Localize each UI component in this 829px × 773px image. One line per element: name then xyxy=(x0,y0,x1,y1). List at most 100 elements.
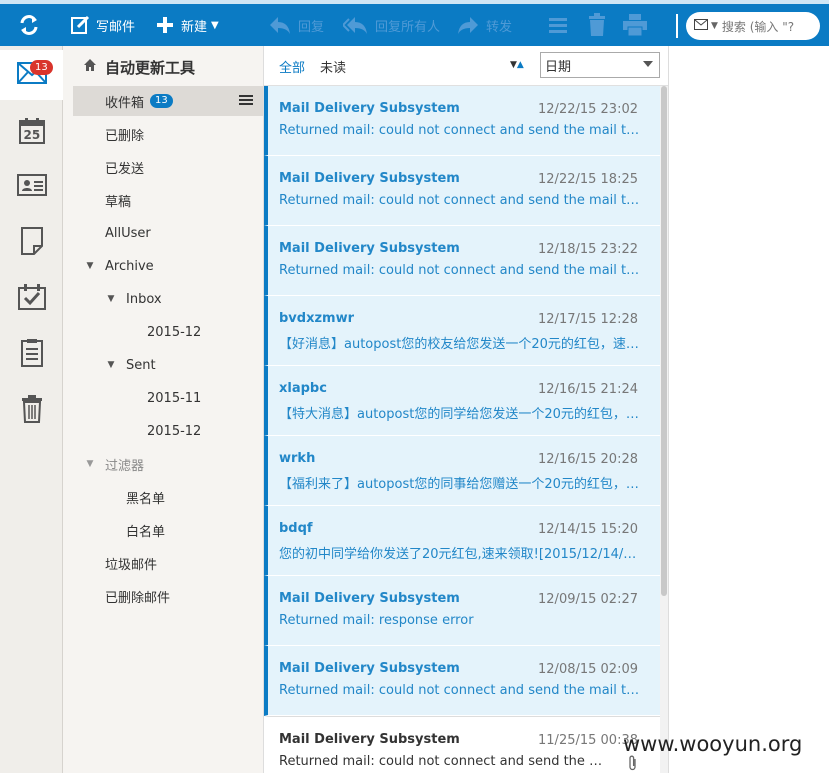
message-subject: 【福利来了】autopost您的同事给您赠送一个20元的红包，速来领取 xyxy=(279,477,643,492)
clipboard-icon xyxy=(20,338,44,372)
sort-asc-icon: ▲ xyxy=(516,60,524,70)
folder-pane: 自动更新工具 收件箱 13 已删除 已发送 草稿 AllUser ▼ Archi… xyxy=(63,46,264,773)
folder-inbox[interactable]: 收件箱 13 xyxy=(73,86,263,116)
message-subject: 【特大消息】autopost您的同学给您发送一个20元的红包，速来领取 xyxy=(279,407,643,422)
envelope-icon xyxy=(694,19,708,33)
message-sender: Mail Delivery Subsystem xyxy=(279,732,460,747)
message-date: 12/16/15 21:24 xyxy=(538,382,638,397)
app-contacts[interactable] xyxy=(0,162,63,212)
app-tasks[interactable] xyxy=(0,274,63,324)
folder-archive-inbox[interactable]: ▼ Inbox xyxy=(73,284,263,314)
pane-divider xyxy=(668,46,669,773)
delete-button[interactable] xyxy=(586,4,608,46)
message-list-scrollbar[interactable] xyxy=(660,86,668,773)
folder-deleted[interactable]: 已删除 xyxy=(73,119,263,149)
app-notes[interactable] xyxy=(0,218,63,268)
app-clipboard[interactable] xyxy=(0,330,63,380)
app-calendar[interactable]: 25 xyxy=(0,106,63,156)
reply-all-button[interactable]: 回复所有人 xyxy=(343,4,440,46)
app-mail[interactable]: 13 xyxy=(0,50,64,100)
message-sender: Mail Delivery Subsystem xyxy=(279,591,460,606)
message-row[interactable]: xlapbc 12/16/15 21:24 【特大消息】autopost您的同学… xyxy=(264,366,660,436)
folder-archive-inbox-2015-12[interactable]: 2015-12 xyxy=(73,317,263,347)
expand-triangle-icon[interactable]: ▼ xyxy=(83,261,97,271)
expand-triangle-icon[interactable]: ▼ xyxy=(104,294,118,304)
sort-by-select[interactable]: 日期 xyxy=(540,52,660,78)
folder-menu-icon[interactable] xyxy=(239,94,253,110)
search-box[interactable]: ▼ 搜索 (输入 "? xyxy=(686,12,820,40)
account-header[interactable]: 自动更新工具 xyxy=(83,56,195,78)
message-subject: Returned mail: could not connect and sen… xyxy=(279,754,614,769)
more-actions-button[interactable] xyxy=(547,4,569,46)
message-row[interactable]: Mail Delivery Subsystem 12/18/15 23:22 R… xyxy=(264,226,660,296)
folder-archive-sent-2015-11[interactable]: 2015-11 xyxy=(73,383,263,413)
reply-button[interactable]: 回复 xyxy=(268,4,324,46)
message-subject: Returned mail: could not connect and sen… xyxy=(279,123,643,138)
print-icon xyxy=(622,13,648,37)
new-button[interactable]: 新建 ▼ xyxy=(155,4,219,46)
filter-unread-tab[interactable]: 未读 xyxy=(320,57,346,76)
message-row[interactable]: Mail Delivery Subsystem 12/22/15 23:02 R… xyxy=(264,86,660,156)
message-row[interactable]: wrkh 12/16/15 20:28 【福利来了】autopost您的同事给您… xyxy=(264,436,660,506)
folder-blacklist[interactable]: 黑名单 xyxy=(73,482,263,512)
compose-icon xyxy=(70,15,90,35)
folder-label: 黑名单 xyxy=(126,491,166,507)
sync-button[interactable] xyxy=(18,4,40,46)
paperclip-icon xyxy=(628,755,638,773)
folder-label: 已删除邮件 xyxy=(105,590,171,606)
folder-archive-sent[interactable]: ▼ Sent xyxy=(73,350,263,380)
compose-button[interactable]: 写邮件 xyxy=(70,4,135,46)
folder-drafts[interactable]: 草稿 xyxy=(73,185,263,215)
folder-deleted-mail[interactable]: 已删除邮件 xyxy=(73,581,263,611)
message-date: 12/17/15 12:28 xyxy=(538,312,638,327)
folder-label: Inbox xyxy=(126,291,162,307)
folder-label: 草稿 xyxy=(105,194,132,210)
folder-archive-sent-2015-12[interactable]: 2015-12 xyxy=(73,416,263,446)
message-row[interactable]: bdqf 12/14/15 15:20 您的初中同学给你发送了20元红包,速来领… xyxy=(264,506,660,576)
folder-sent[interactable]: 已发送 xyxy=(73,152,263,182)
message-row[interactable]: Mail Delivery Subsystem 12/22/15 18:25 R… xyxy=(264,156,660,226)
message-subject: Returned mail: response error xyxy=(279,613,474,628)
print-button[interactable] xyxy=(622,4,648,46)
folder-label: 2015-12 xyxy=(147,324,202,340)
folder-archive[interactable]: ▼ Archive xyxy=(73,251,263,281)
folder-filters[interactable]: ▼ 过滤器 xyxy=(73,449,263,479)
folder-junk[interactable]: 垃圾邮件 xyxy=(73,548,263,578)
expand-triangle-icon[interactable]: ▼ xyxy=(104,360,118,370)
message-sender: Mail Delivery Subsystem xyxy=(279,171,460,186)
reply-icon xyxy=(268,15,292,35)
message-subject: 【好消息】autopost您的校友给您发送一个20元的红包，速来领取 xyxy=(279,337,643,352)
message-row[interactable]: Mail Delivery Subsystem 12/08/15 02:09 R… xyxy=(264,646,660,716)
search-input[interactable]: 搜索 (输入 "? xyxy=(722,18,794,35)
menu-icon xyxy=(547,15,569,35)
message-row[interactable]: Mail Delivery Subsystem 12/09/15 02:27 R… xyxy=(264,576,660,646)
sort-direction-toggle[interactable]: ▼▲ xyxy=(510,60,524,70)
message-row[interactable]: bvdxzmwr 12/17/15 12:28 【好消息】autopost您的校… xyxy=(264,296,660,366)
message-sender: xlapbc xyxy=(279,381,327,396)
app-switcher: 13 25 xyxy=(0,46,64,773)
message-row[interactable]: Mail Delivery Subsystem 11/25/15 00:38 R… xyxy=(264,716,660,773)
compose-label: 写邮件 xyxy=(96,19,136,35)
message-sender: bvdxzmwr xyxy=(279,311,355,326)
folder-label: 垃圾邮件 xyxy=(105,557,158,573)
folder-label: 已删除 xyxy=(105,128,145,144)
message-date: 12/18/15 23:22 xyxy=(538,242,638,257)
scrollbar-thumb[interactable] xyxy=(661,86,667,596)
filter-all-tab[interactable]: 全部 xyxy=(279,57,305,76)
folder-label: 2015-11 xyxy=(147,390,202,406)
message-list-header: 全部 未读 ▼▲ 日期 xyxy=(264,46,668,86)
app-trash[interactable] xyxy=(0,386,63,436)
search-scope-dropdown-icon[interactable]: ▼ xyxy=(711,21,718,31)
calendar-icon: 25 xyxy=(18,117,46,145)
message-subject: Returned mail: could not connect and sen… xyxy=(279,683,643,698)
trash-icon xyxy=(586,13,608,37)
expand-triangle-icon[interactable]: ▼ xyxy=(83,459,97,469)
forward-button[interactable]: 转发 xyxy=(456,4,512,46)
folder-label: AllUser xyxy=(105,225,151,241)
folder-alluser[interactable]: AllUser xyxy=(73,218,263,248)
message-date: 12/14/15 15:20 xyxy=(538,522,638,537)
folder-whitelist[interactable]: 白名单 xyxy=(73,515,263,545)
message-date: 12/22/15 18:25 xyxy=(538,172,638,187)
message-subject: 您的初中同学给你发送了20元红包,速来领取![2015/12/14/15:20] xyxy=(279,547,643,562)
home-icon xyxy=(83,58,97,76)
